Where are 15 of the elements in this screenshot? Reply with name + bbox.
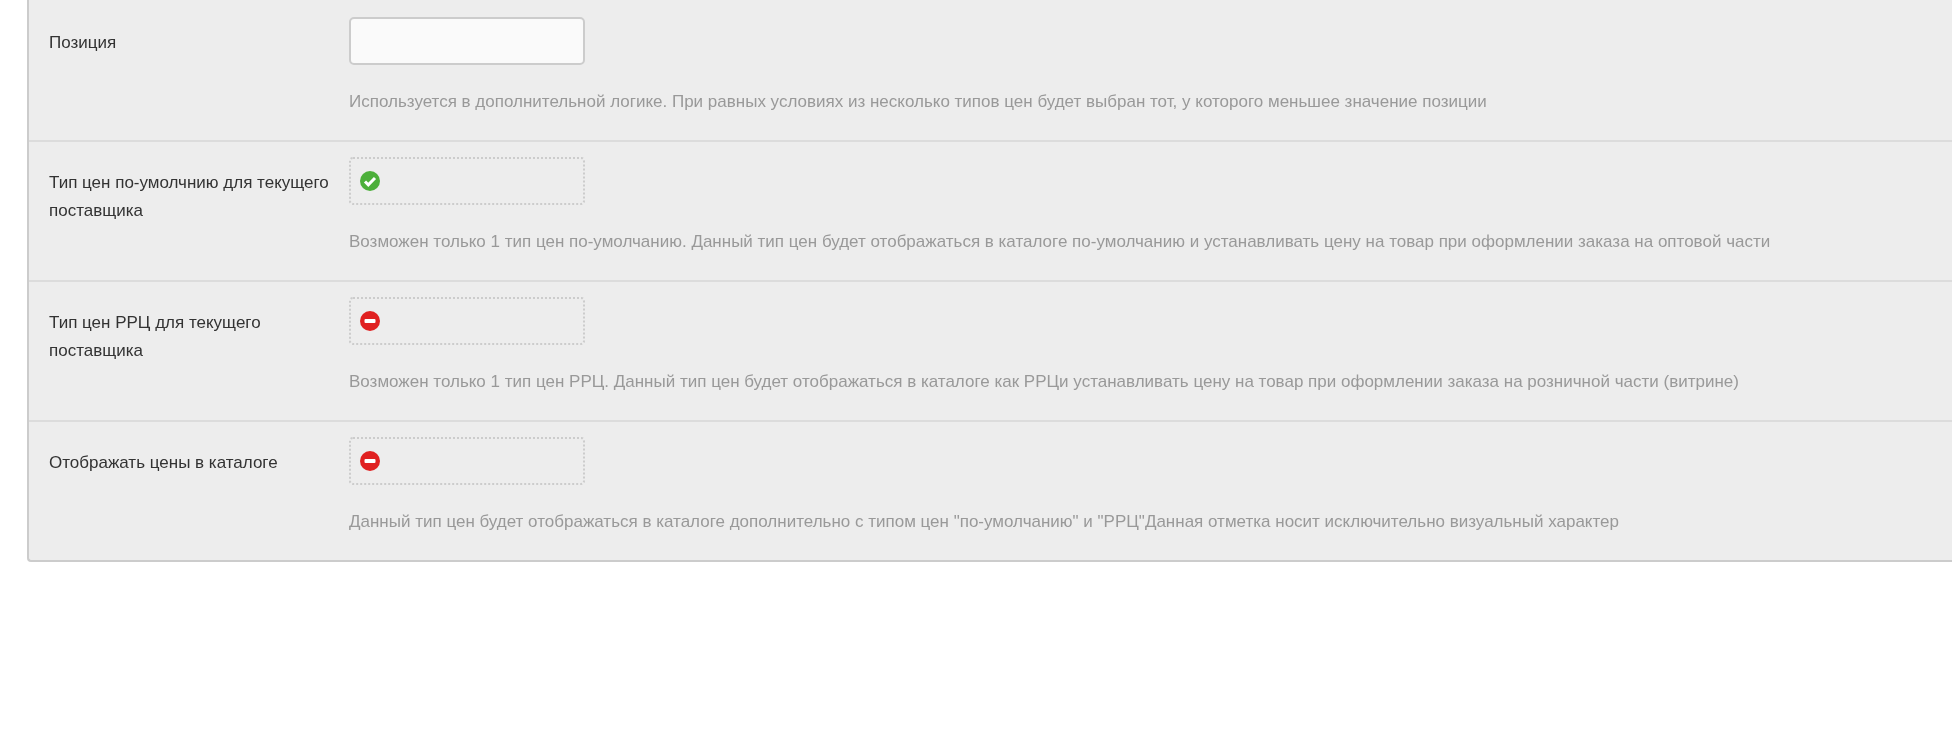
field-label: Позиция <box>48 32 118 54</box>
toggle-button[interactable] <box>349 437 585 485</box>
no-entry-icon <box>360 451 380 471</box>
help-text: Возможен только 1 тип цен по-умолчанию. Данный тип цен будет отображаться в каталоге по-умолчанию и устанавливать цену на товар при оформлении заказа на оптовой части <box>349 231 1772 253</box>
toggle-button[interactable] <box>349 297 585 345</box>
help-text: Возможен только 1 тип цен РРЦ. Данный тип цен будет отображаться в каталоге как РРЦи устанавливать цену на товар при оформлении заказа на розничной части (витрине) <box>349 371 1740 393</box>
field-label: Тип цен РРЦ для текущего поставщика <box>48 312 262 362</box>
help-text: Данный тип цен будет отображаться в каталоге дополнительно с типом цен "по-умолчанию" и "РРЦ"Данная отметка носит исключительно визуальный характер <box>349 511 1620 533</box>
check-icon <box>360 171 380 191</box>
input-field[interactable] <box>349 17 585 65</box>
toggle-button[interactable] <box>349 157 585 205</box>
field-label: Тип цен по-умолчнию для текущего поставщика <box>48 172 330 222</box>
help-text: Используется в дополнительной логике. При равных условиях из несколько типов цен будет выбран тот, у которого меньшее значение позиции <box>349 91 1488 113</box>
field-label: Отображать цены в каталоге <box>48 452 279 474</box>
no-entry-icon <box>360 311 380 331</box>
